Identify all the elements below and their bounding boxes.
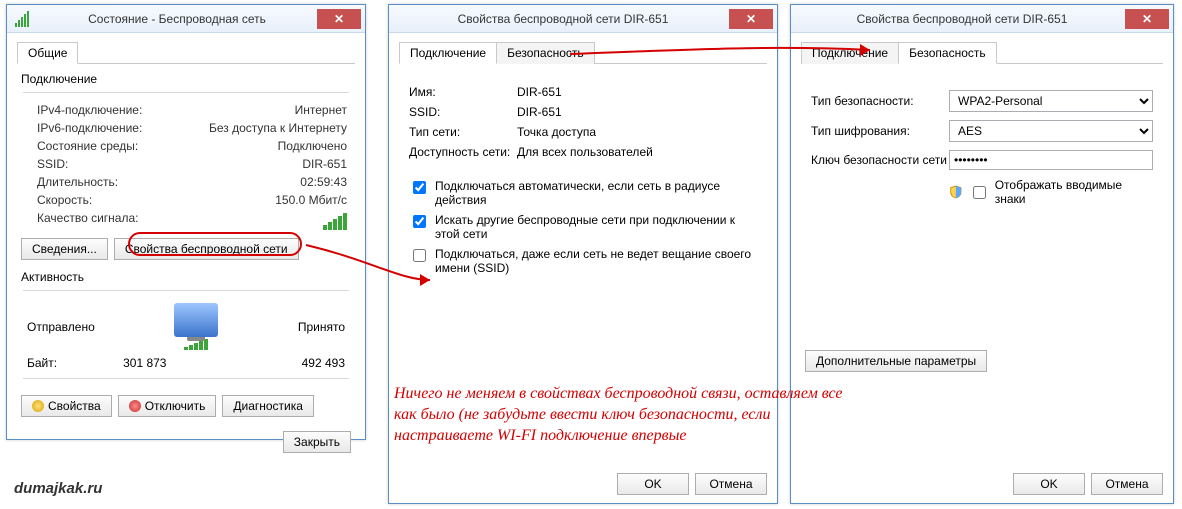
bytes-label: Байт: — [27, 356, 57, 370]
ok-button[interactable]: OK — [617, 473, 689, 495]
name-label: Имя: — [409, 85, 517, 99]
show-chars-label: Отображать вводимые знаки — [995, 178, 1153, 206]
titlebar: Состояние - Беспроводная сеть ✕ — [7, 5, 365, 33]
name-value: DIR-651 — [517, 85, 562, 99]
security-type-select[interactable]: WPA2-Personal — [949, 90, 1153, 112]
disable-button[interactable]: Отключить — [118, 395, 217, 417]
speed-value: 150.0 Мбит/с — [275, 193, 347, 207]
duration-value: 02:59:43 — [300, 175, 347, 189]
window-title: Состояние - Беспроводная сеть — [37, 12, 317, 26]
diagnostics-button[interactable]: Диагностика — [222, 395, 314, 417]
tab-connection[interactable]: Подключение — [399, 42, 497, 64]
ssid-label: SSID: — [409, 105, 517, 119]
ssid-label: SSID: — [37, 157, 68, 171]
ssid-value: DIR-651 — [302, 157, 347, 171]
ipv6-label: IPv6-подключение: — [37, 121, 142, 135]
signal-bars-icon — [323, 211, 347, 230]
avail-label: Доступность сети: — [409, 145, 517, 159]
ipv4-value: Интернет — [295, 103, 347, 117]
ok-button[interactable]: OK — [1013, 473, 1085, 495]
speed-label: Скорость: — [37, 193, 92, 207]
enc-label: Тип шифрования: — [811, 124, 949, 138]
nettype-label: Тип сети: — [409, 125, 517, 139]
close-button[interactable]: Закрыть — [283, 431, 351, 453]
nettype-value: Точка доступа — [517, 125, 596, 139]
sectype-label: Тип безопасности: — [811, 94, 949, 108]
tabstrip: Общие — [17, 41, 355, 64]
window-title: Свойства беспроводной сети DIR-651 — [799, 12, 1125, 26]
status-window: Состояние - Беспроводная сеть ✕ Общие По… — [6, 4, 366, 440]
duration-label: Длительность: — [37, 175, 118, 189]
tab-connection[interactable]: Подключение — [801, 42, 899, 64]
gear-icon — [32, 400, 44, 412]
tabstrip: Подключение Безопасность — [801, 41, 1163, 64]
bytes-received: 492 493 — [302, 356, 345, 370]
tab-security[interactable]: Безопасность — [898, 42, 997, 64]
received-label: Принято — [298, 320, 345, 334]
search-other-label: Искать другие беспроводные сети при подк… — [435, 213, 757, 241]
connect-hidden-label: Подключаться, даже если сеть не ведет ве… — [435, 247, 757, 275]
show-chars-checkbox[interactable] — [973, 186, 986, 199]
key-label: Ключ безопасности сети — [811, 153, 949, 167]
watermark: dumajkak.ru — [14, 480, 102, 497]
monitor-icon — [174, 303, 218, 337]
ipv6-value: Без доступа к Интернету — [209, 121, 347, 135]
titlebar: Свойства беспроводной сети DIR-651 ✕ — [389, 5, 777, 33]
security-key-input[interactable] — [949, 150, 1153, 170]
connection-group-label: Подключение — [21, 72, 355, 86]
search-other-checkbox[interactable] — [413, 215, 426, 228]
shield-icon — [949, 185, 963, 199]
advanced-button[interactable]: Дополнительные параметры — [805, 350, 987, 372]
quality-label: Качество сигнала: — [37, 211, 138, 230]
close-icon[interactable]: ✕ — [1125, 9, 1169, 29]
ssid-value: DIR-651 — [517, 105, 562, 119]
sent-label: Отправлено — [27, 320, 95, 334]
avail-value: Для всех пользователей — [517, 145, 653, 159]
cancel-button[interactable]: Отмена — [1091, 473, 1163, 495]
tab-security[interactable]: Безопасность — [496, 42, 595, 64]
tabstrip: Подключение Безопасность — [399, 41, 767, 64]
encryption-select[interactable]: AES — [949, 120, 1153, 142]
properties-button[interactable]: Свойства — [21, 395, 112, 417]
annotation-text: Ничего не меняем в свойствах беспроводно… — [394, 384, 854, 446]
close-icon[interactable]: ✕ — [729, 9, 773, 29]
details-button[interactable]: Сведения... — [21, 238, 108, 260]
connect-hidden-checkbox[interactable] — [413, 249, 426, 262]
close-icon[interactable]: ✕ — [317, 9, 361, 29]
ipv4-label: IPv4-подключение: — [37, 103, 142, 117]
activity-group-label: Активность — [21, 270, 355, 284]
auto-connect-checkbox[interactable] — [413, 181, 426, 194]
media-value: Подключено — [278, 139, 347, 153]
tab-general[interactable]: Общие — [17, 42, 78, 64]
bytes-sent: 301 873 — [123, 356, 166, 370]
wifi-signal-icon — [15, 11, 31, 27]
window-title: Свойства беспроводной сети DIR-651 — [397, 12, 729, 26]
titlebar: Свойства беспроводной сети DIR-651 ✕ — [791, 5, 1173, 33]
highlight-wifi-props — [128, 232, 302, 256]
cancel-button[interactable]: Отмена — [695, 473, 767, 495]
disable-icon — [129, 400, 141, 412]
media-label: Состояние среды: — [37, 139, 138, 153]
auto-connect-label: Подключаться автоматически, если сеть в … — [435, 179, 757, 207]
